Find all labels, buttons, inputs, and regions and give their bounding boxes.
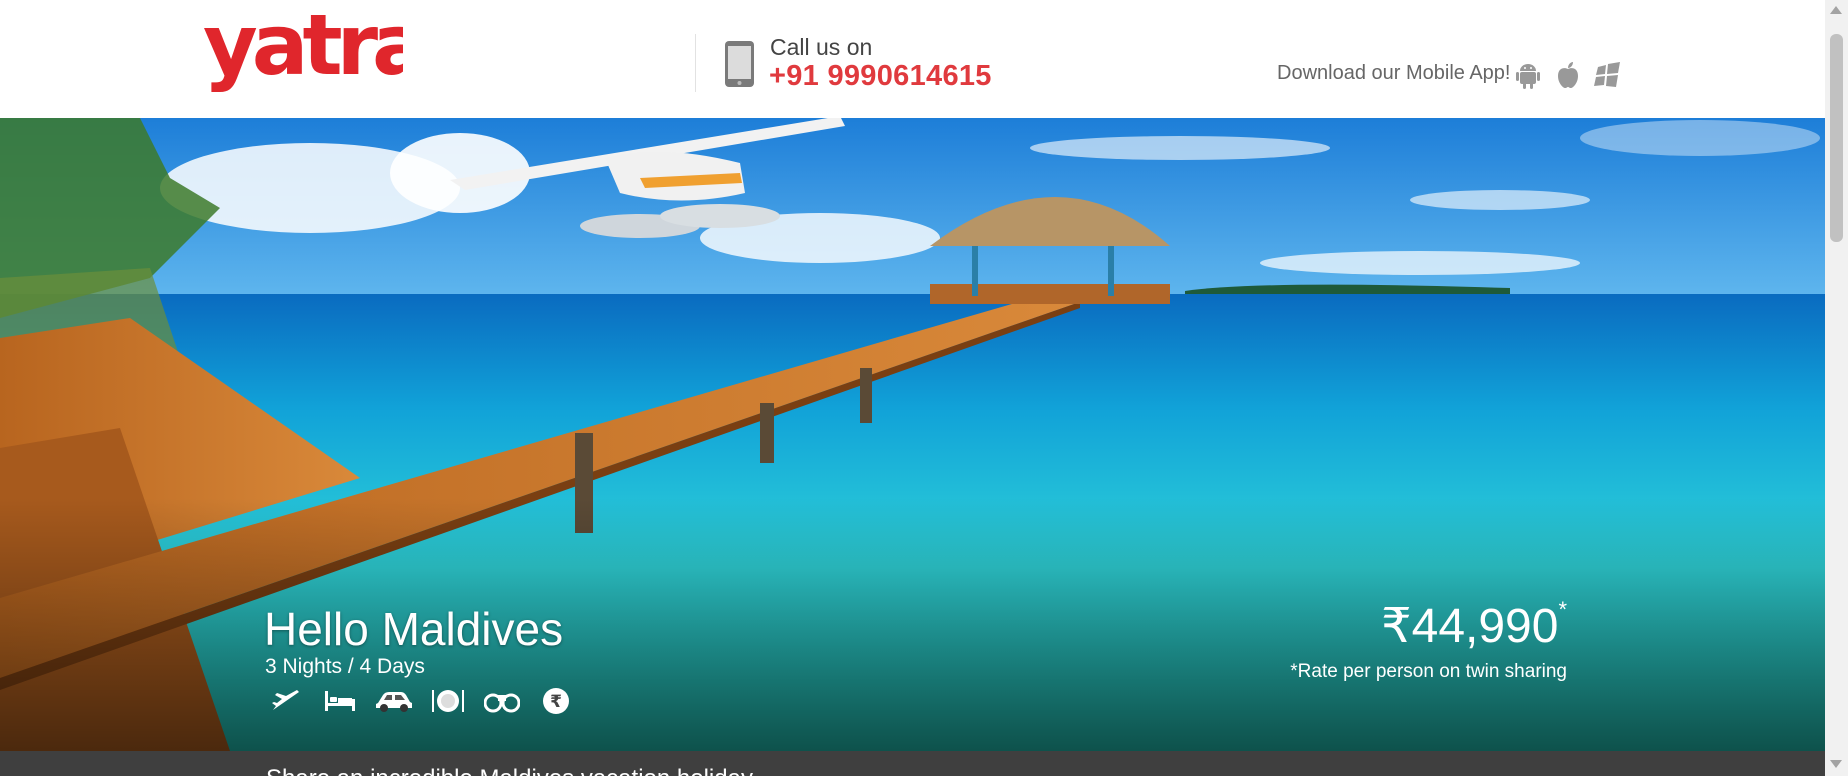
scrollbar-thumb[interactable]	[1830, 34, 1843, 242]
scroll-down-arrow-icon[interactable]	[1830, 760, 1842, 768]
download-app-label: Download our Mobile App!	[1277, 62, 1511, 84]
header: yatra Call us on +91 9990614615 Download…	[0, 0, 1825, 118]
android-icon[interactable]	[1514, 61, 1542, 89]
scroll-up-arrow-icon[interactable]	[1830, 6, 1842, 14]
price-value: ₹44,990	[1381, 600, 1559, 653]
package-duration: 3 Nights / 4 Days	[265, 655, 425, 678]
svg-text:₹: ₹	[550, 692, 562, 712]
yatra-logo[interactable]: yatra	[203, 0, 429, 100]
meals-icon	[428, 684, 468, 718]
inclusion-icons: ₹	[266, 684, 576, 718]
header-divider	[695, 34, 696, 92]
hero-banner[interactable]: Hello Maldives 3 Nights / 4 Days ₹ ₹44,9…	[0, 118, 1825, 751]
logo-wordmark: yatra	[203, 4, 403, 94]
package-price: ₹44,990*	[1381, 597, 1567, 654]
bottom-bar: Share an incredible Maldives vacation ho…	[0, 751, 1825, 776]
flight-icon	[266, 684, 306, 718]
hotel-bed-icon	[320, 684, 360, 718]
package-title[interactable]: Hello Maldives	[264, 602, 563, 656]
call-label: Call us on	[770, 34, 873, 60]
car-icon	[374, 684, 414, 718]
rupee-icon: ₹	[536, 684, 576, 718]
price-asterisk: *	[1558, 597, 1567, 622]
mobile-phone-icon	[724, 40, 755, 88]
sightseeing-binoculars-icon	[482, 684, 522, 718]
windows-icon[interactable]	[1594, 61, 1622, 89]
price-note: *Rate per person on twin sharing	[1290, 661, 1567, 682]
vertical-scrollbar[interactable]	[1825, 0, 1848, 776]
call-number-link[interactable]: +91 9990614615	[769, 60, 992, 93]
bottom-bar-text: Share an incredible Maldives vacation ho…	[266, 765, 753, 776]
apple-icon[interactable]	[1554, 61, 1582, 89]
page: yatra Call us on +91 9990614615 Download…	[0, 0, 1848, 776]
